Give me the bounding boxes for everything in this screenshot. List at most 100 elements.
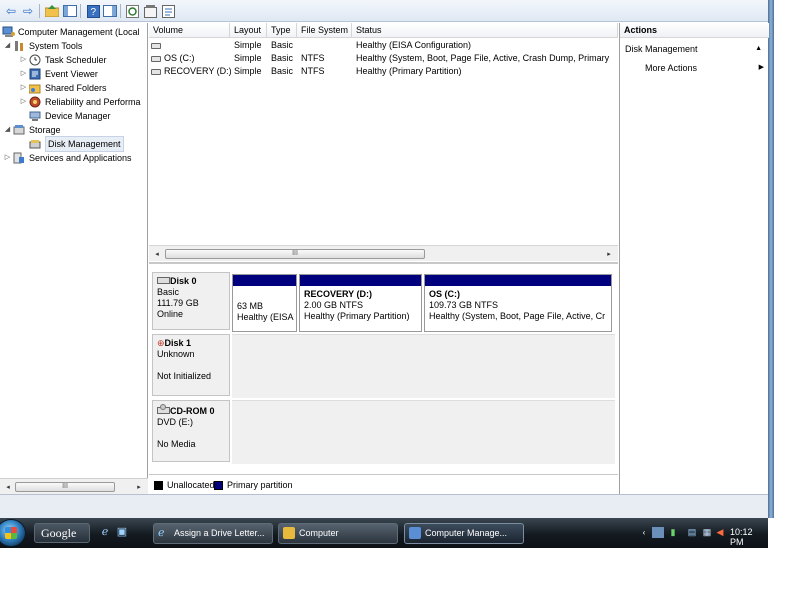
tree-item-system-tools[interactable]: ◢ System Tools <box>3 39 82 53</box>
back-icon[interactable]: ⇦ <box>3 3 19 19</box>
disk-state: No Media <box>157 439 196 449</box>
disk-management-icon <box>28 138 42 150</box>
disk-type: Basic <box>157 287 180 297</box>
disk-name: Disk 1 <box>164 338 192 348</box>
collapse-arrow-icon[interactable]: ◢ <box>3 123 12 137</box>
scroll-right-icon[interactable]: ▸ <box>602 247 616 261</box>
actions-section-disk-management[interactable]: Disk Management ▲ <box>625 41 767 57</box>
disk-state: Online <box>157 309 184 319</box>
type-cell: Basic <box>271 66 294 76</box>
column-header-file-system[interactable]: File System <box>297 23 352 38</box>
expand-arrow-icon[interactable]: ▷ <box>3 151 12 165</box>
network-icon[interactable] <box>652 527 664 538</box>
tree-item-disk-management[interactable]: Disk Management <box>28 136 124 152</box>
tree-item-task-scheduler[interactable]: ▷ Task Scheduler <box>19 53 107 67</box>
window-border <box>768 0 774 518</box>
tree-item-event-viewer[interactable]: ▷ Event Viewer <box>19 67 98 81</box>
legend-unallocated-swatch <box>154 481 163 490</box>
event-viewer-icon <box>28 68 42 80</box>
tree-item-shared-folders[interactable]: ▷ Shared Folders <box>19 81 107 95</box>
volume-muted-icon[interactable]: ◀ <box>714 527 726 538</box>
show-hide-action-pane-icon[interactable] <box>102 3 118 19</box>
more-actions-item[interactable]: More Actions ▶ <box>645 60 765 76</box>
tree-item-services-and-applications[interactable]: ▷ Services and Applications <box>3 151 132 165</box>
forward-icon[interactable]: ⇨ <box>20 3 36 19</box>
taskbar-button-label: Assign a Drive Letter... <box>174 528 265 538</box>
volume-icon <box>151 68 161 75</box>
scroll-thumb[interactable]: III <box>15 482 115 492</box>
partition-text: 63 MB Healthy (EISA <box>237 301 294 323</box>
taskbar-button-assign-drive-letter[interactable]: ℯ Assign a Drive Letter... <box>153 523 273 544</box>
show-hide-console-tree-icon[interactable] <box>62 3 78 19</box>
tree-item-label: Event Viewer <box>45 69 98 79</box>
file-system-cell: NTFS <box>301 53 325 63</box>
security-icon[interactable]: ▤ <box>686 527 698 538</box>
column-header-type[interactable]: Type <box>267 23 297 38</box>
disk-icon <box>157 277 170 284</box>
tray-expand-icon[interactable]: ‹ <box>638 527 650 538</box>
internet-explorer-icon[interactable]: ℯ <box>98 525 112 539</box>
tree-item-storage[interactable]: ◢ Storage <box>3 123 61 137</box>
tree-item-label: Device Manager <box>45 111 111 121</box>
start-button[interactable] <box>0 519 26 547</box>
up-folder-icon[interactable] <box>44 3 60 19</box>
cd-rom-icon <box>157 404 170 414</box>
expand-arrow-icon[interactable]: ▷ <box>19 95 28 109</box>
volume-list-horizontal-scrollbar[interactable]: ◂ III ▸ <box>149 245 618 261</box>
properties-icon[interactable] <box>142 3 158 19</box>
expand-arrow-icon[interactable]: ▷ <box>19 81 28 95</box>
disk-state: Not Initialized <box>157 371 212 381</box>
device-manager-icon <box>28 110 42 122</box>
taskbar-button-label: Computer <box>299 528 339 538</box>
taskbar-button-computer[interactable]: Computer <box>278 523 398 544</box>
partition-size: 2.00 GB NTFS <box>304 300 364 310</box>
export-list-icon[interactable] <box>160 3 176 19</box>
tree-item-device-manager[interactable]: Device Manager <box>28 109 111 123</box>
column-header-layout[interactable]: Layout <box>230 23 267 38</box>
cdrom-0-label[interactable]: CD-ROM 0 DVD (E:) No Media <box>152 400 230 462</box>
disk-type: DVD (E:) <box>157 417 193 427</box>
google-search-box[interactable]: Google <box>34 523 90 543</box>
legend-unallocated-label: Unallocated <box>167 480 215 490</box>
collapse-up-icon[interactable]: ▲ <box>755 41 762 57</box>
tree-item-label: Computer Management (Local <box>18 27 140 37</box>
volume-name: RECOVERY (D:) <box>164 66 231 76</box>
show-desktop-icon[interactable]: ▣ <box>115 525 129 539</box>
disk-size <box>157 428 225 439</box>
system-tray: ‹ ▮ ▤ ▦ ◀ 10:12 PM <box>630 522 768 547</box>
help-icon[interactable]: ? <box>85 3 101 19</box>
disk-warning-icon: ⊕ <box>157 338 165 348</box>
clock[interactable]: 10:12 PM <box>730 527 768 547</box>
disk-0-label[interactable]: Disk 0 Basic 111.79 GB Online <box>152 272 230 330</box>
device-icon[interactable]: ▦ <box>701 527 713 538</box>
tree-item-reliability[interactable]: ▷ Reliability and Performa <box>19 95 141 109</box>
column-header-volume[interactable]: Volume <box>149 23 230 38</box>
tree-item-computer-management[interactable]: Computer Management (Local <box>1 25 140 39</box>
refresh-icon[interactable] <box>124 3 140 19</box>
partition-title: RECOVERY (D:) <box>304 289 373 299</box>
submenu-arrow-icon: ▶ <box>758 64 764 71</box>
clock-icon <box>28 54 42 66</box>
status-cell: Healthy (EISA Configuration) <box>356 40 472 50</box>
expand-arrow-icon[interactable]: ▷ <box>19 53 28 67</box>
tree-item-label: Reliability and Performa <box>45 97 141 107</box>
legend: Unallocated Primary partition <box>149 474 618 494</box>
partition-os[interactable]: OS (C:) 109.73 GB NTFS Healthy (System, … <box>424 274 612 332</box>
tree-horizontal-scrollbar[interactable]: ◂ III ▸ <box>0 478 148 494</box>
tree-item-label: Services and Applications <box>29 153 132 163</box>
scroll-thumb[interactable]: III <box>165 249 425 259</box>
collapse-arrow-icon[interactable]: ◢ <box>3 39 12 53</box>
partition-status: Healthy (EISA <box>237 312 294 322</box>
scroll-left-icon[interactable]: ◂ <box>150 247 164 261</box>
scroll-left-icon[interactable]: ◂ <box>1 480 15 494</box>
battery-icon[interactable]: ▮ <box>667 527 679 538</box>
partition-recovery[interactable]: RECOVERY (D:) 2.00 GB NTFS Healthy (Prim… <box>299 274 422 332</box>
column-header-status[interactable]: Status <box>352 23 618 38</box>
taskbar-button-label: Computer Manage... <box>425 528 508 538</box>
partition-eisa[interactable]: 63 MB Healthy (EISA <box>232 274 297 332</box>
partition-text: OS (C:) 109.73 GB NTFS Healthy (System, … <box>429 289 609 322</box>
disk-1-label[interactable]: ⊕Disk 1 Unknown Not Initialized <box>152 334 230 396</box>
expand-arrow-icon[interactable]: ▷ <box>19 67 28 81</box>
taskbar-button-computer-management[interactable]: Computer Manage... <box>404 523 524 544</box>
scroll-right-icon[interactable]: ▸ <box>132 480 146 494</box>
